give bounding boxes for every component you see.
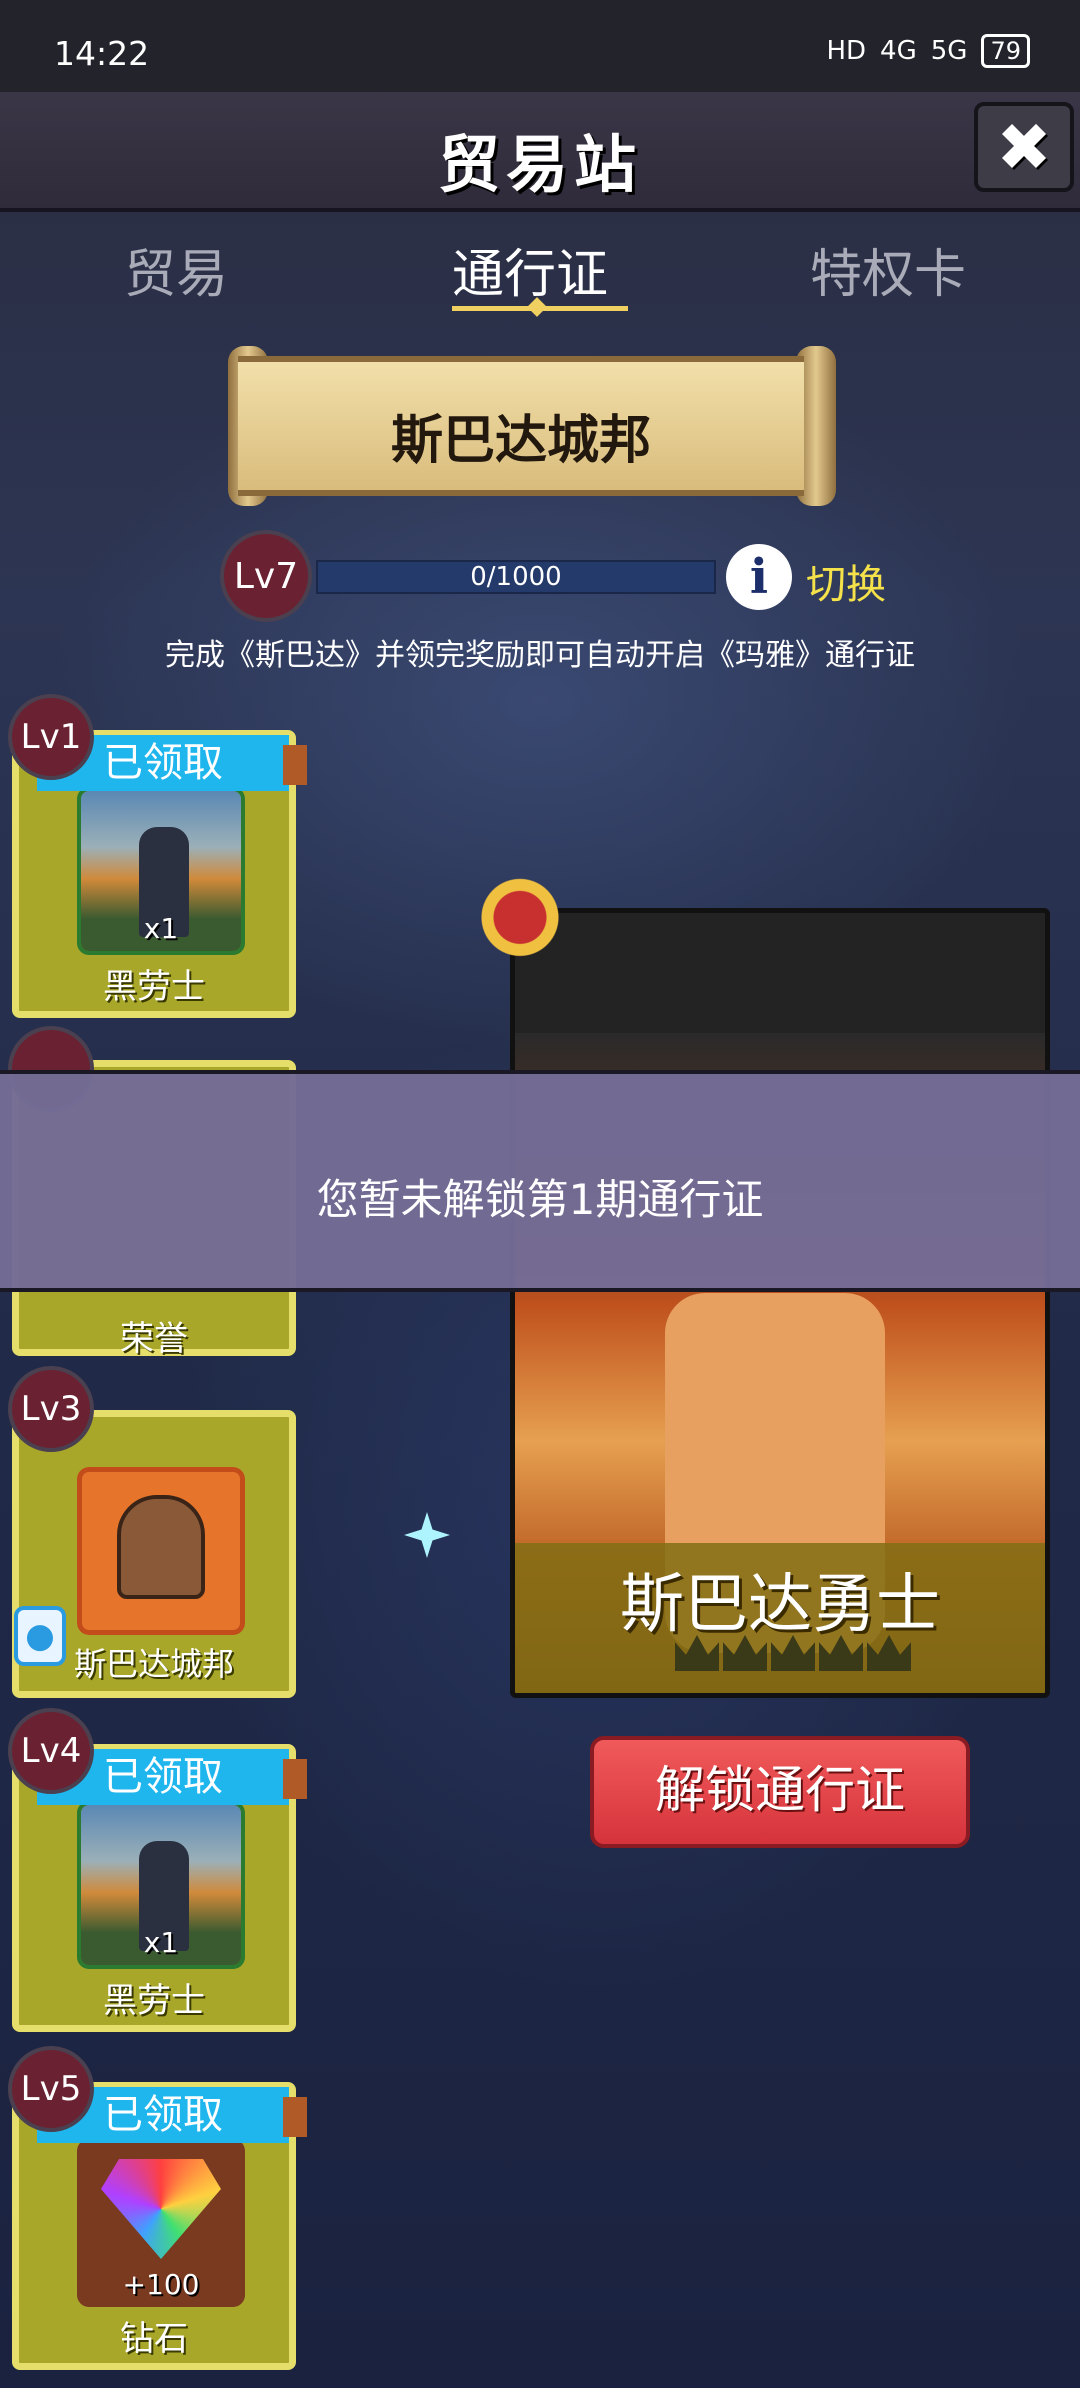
status-icons: HD 4G 5G 79 (826, 34, 1030, 68)
level-badge-lv1: Lv1 (8, 694, 94, 780)
reward-item-image: x1 (77, 787, 245, 955)
toast-message: 您暂未解锁第1期通行证 (316, 1175, 764, 1224)
ribbon-tag (283, 745, 307, 785)
current-level-badge: Lv7 (220, 530, 312, 622)
reward-qty: x1 (143, 912, 179, 945)
pass-notice: 完成《斯巴达》并领完奖励即可自动开启《玛雅》通行证 (165, 638, 915, 673)
level-badge-lv3: Lv3 (8, 1366, 94, 1452)
progress-text: 0/1000 (470, 562, 562, 592)
level-badge-lv5: Lv5 (8, 2046, 94, 2132)
honor-emblem-icon (470, 876, 570, 968)
crown-icon (819, 1635, 863, 1671)
tab-trade[interactable]: 贸易 (124, 232, 228, 307)
header-bar: 贸易站 (0, 92, 1080, 212)
ribbon-tag (283, 1759, 307, 1799)
info-icon[interactable]: i (726, 544, 792, 610)
reward-name: 荣誉 (120, 1319, 188, 1359)
signal-5g-icon: 5G (930, 36, 968, 66)
crown-icon (771, 1635, 815, 1671)
reward-qty: +100 (122, 2268, 200, 2301)
battery-icon: 79 (981, 34, 1030, 68)
switch-button[interactable]: 切换 (806, 552, 886, 610)
hd-indicator: HD (826, 36, 867, 66)
reward-preview-panel: 斯巴达勇士 (510, 908, 1050, 1698)
lock-icon: ● (14, 1606, 66, 1666)
reward-item-image (77, 1467, 245, 1635)
reward-name: 黑劳士 (103, 1981, 205, 2021)
crown-icon (675, 1635, 719, 1671)
preview-name: 斯巴达勇士 (620, 1568, 940, 1642)
status-bar: 14:22 HD 4G 5G 79 (0, 0, 1080, 92)
ribbon-tag (283, 2097, 307, 2137)
pass-progress-bar: 0/1000 (316, 560, 716, 594)
reward-item-image: +100 (77, 2139, 245, 2307)
unlock-pass-button[interactable]: 解锁通行证 (590, 1736, 970, 1848)
signal-4g-icon: 4G (880, 36, 917, 66)
crown-icon (723, 1635, 767, 1671)
close-button[interactable]: ✖ (974, 102, 1074, 192)
reward-item-image: x1 (77, 1801, 245, 1969)
reward-name: 钻石 (120, 2319, 188, 2359)
reward-qty: x1 (143, 1926, 179, 1959)
season-title-scroll: 斯巴达城邦 (238, 356, 804, 496)
season-title: 斯巴达城邦 (390, 411, 651, 471)
page-title: 贸易站 (437, 128, 642, 201)
star-rating (675, 1635, 911, 1671)
crown-icon (867, 1635, 911, 1671)
helmet-icon (117, 1495, 205, 1599)
level-badge-lv4: Lv4 (8, 1708, 94, 1794)
reward-name: 黑劳士 (103, 967, 205, 1007)
close-x-icon: ✖ (996, 108, 1052, 186)
toast-banner: 您暂未解锁第1期通行证 (0, 1070, 1080, 1292)
tab-privilege-card[interactable]: 特权卡 (810, 232, 966, 307)
clock: 14:22 (54, 34, 150, 73)
tab-pass[interactable]: 通行证 (452, 232, 608, 307)
